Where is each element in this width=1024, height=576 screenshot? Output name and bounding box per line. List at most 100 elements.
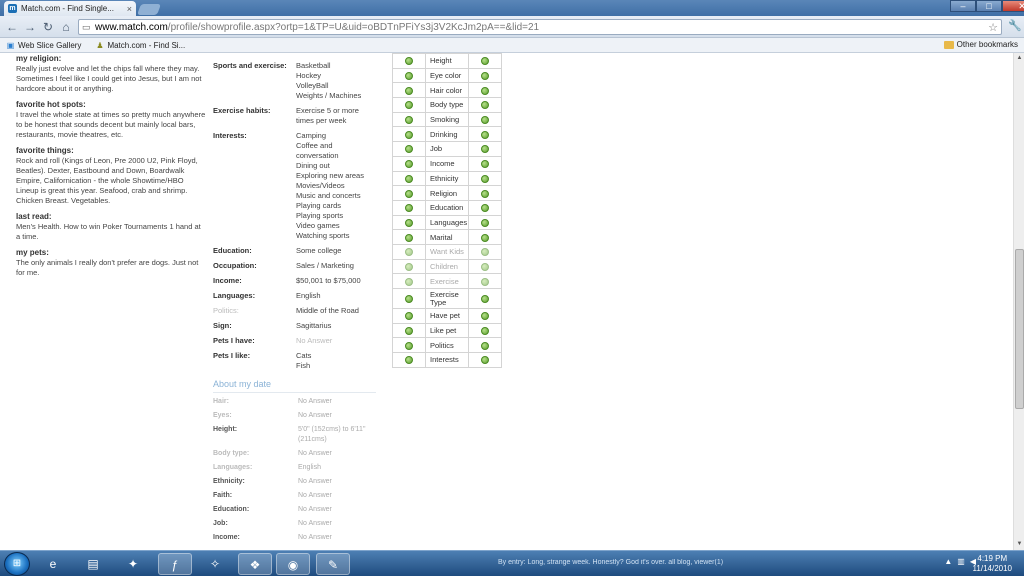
their-answer-cell	[468, 322, 502, 339]
wrench-menu-icon[interactable]: 🔧	[1008, 19, 1022, 32]
start-button[interactable]: ⊞	[4, 552, 30, 576]
date-body-type: Body type: No Answer	[213, 449, 383, 459]
other-bookmarks[interactable]: Other bookmarks	[943, 40, 1018, 49]
my-answer-cell	[392, 141, 426, 157]
their-answer-cell	[468, 229, 502, 245]
close-window-icon[interactable]: ✕	[1002, 0, 1024, 12]
back-arrow-icon[interactable]: ←	[4, 19, 20, 35]
detail-value: Coffee and conversation	[296, 141, 339, 160]
other-bookmarks-label: Other bookmarks	[956, 40, 1018, 49]
detail-value: Weights / Machines	[296, 91, 362, 100]
detail-income: Income: $50,001 to $75,000	[213, 276, 383, 286]
their-answer-cell	[468, 82, 502, 99]
my-answer-cell	[392, 126, 426, 143]
system-tray: ▲ ▥ ◀	[944, 557, 976, 566]
my-answer-cell	[392, 155, 426, 172]
scrollbar-thumb[interactable]	[1015, 249, 1024, 409]
bookmarks-bar: ▣ Web Slice Gallery ♟ Match.com - Find S…	[0, 38, 1024, 53]
address-bar[interactable]: ▭ www.match.com/profile/showprofile.aspx…	[78, 19, 1002, 35]
explorer-folder-icon[interactable]: ▤	[76, 553, 110, 575]
date-label: Body type:	[213, 450, 250, 457]
detail-value: Fish	[296, 361, 311, 370]
my-answer-cell	[392, 67, 426, 84]
scroll-down-arrow-icon[interactable]: ▼	[1015, 540, 1024, 549]
date-job: Job: No Answer	[213, 519, 383, 529]
match-check-icon	[481, 262, 489, 271]
match-check-icon	[405, 130, 413, 139]
their-answer-cell	[468, 337, 502, 354]
tray-arrow-icon[interactable]: ▲	[944, 557, 952, 566]
runner-app-icon[interactable]: ✧	[198, 553, 232, 575]
detail-value: Video games	[296, 221, 340, 230]
my-answer-cell	[392, 199, 426, 216]
my-answer-cell	[392, 288, 426, 309]
essay-heading: my religion:	[16, 54, 62, 63]
my-answer-cell	[392, 185, 426, 201]
match-row: Children	[392, 258, 502, 275]
vertical-scrollbar[interactable]: ▲ ▼	[1013, 53, 1024, 550]
my-answer-cell	[392, 82, 426, 99]
detail-value: Camping	[296, 131, 327, 140]
reload-icon[interactable]: ↻	[40, 19, 56, 35]
app-icon[interactable]: ✦	[116, 553, 150, 575]
network-icon[interactable]: ▥	[957, 557, 965, 566]
essay-religion: my religion: Really just evolve and let …	[16, 54, 206, 94]
chrome-icon[interactable]: ◉	[276, 553, 310, 575]
match-check-icon	[481, 72, 489, 81]
match-row: Languages	[392, 214, 502, 231]
my-answer-cell	[392, 111, 426, 128]
match-check-icon	[405, 327, 413, 336]
match-check-icon	[481, 57, 489, 66]
ie-icon[interactable]: e	[36, 553, 70, 575]
windows-taskbar: ⊞ e ▤ ✦ ƒ ✧ ❖ ◉ ✎ By entry: Long, strang…	[0, 550, 1024, 576]
date-label: Hair:	[213, 398, 229, 405]
minimize-icon[interactable]: –	[950, 0, 976, 12]
match-criterion: Education	[425, 199, 469, 216]
date-label: Eyes:	[213, 412, 232, 419]
detail-value: English	[296, 291, 321, 300]
bookmark-web-slice-gallery[interactable]: ▣ Web Slice Gallery	[6, 40, 82, 50]
match-criterion: Like pet	[425, 322, 469, 339]
match-row: Smoking	[392, 111, 502, 128]
clock-date: 11/14/2010	[972, 564, 1012, 573]
date-ethnicity: Ethnicity: No Answer	[213, 477, 383, 487]
flash-icon[interactable]: ƒ	[158, 553, 192, 575]
their-answer-cell	[468, 111, 502, 128]
detail-pets-have: Pets I have: No Answer	[213, 336, 383, 346]
date-value: No Answer	[298, 398, 332, 405]
taskbar-clock[interactable]: 4:19 PM 11/14/2010	[973, 554, 1012, 574]
match-check-icon	[405, 116, 413, 125]
browser-tab[interactable]: m Match.com - Find Single... ×	[4, 1, 136, 16]
detail-value: Cats	[296, 351, 312, 360]
detail-label: Exercise habits:	[213, 106, 271, 115]
detail-value: Playing cards	[296, 201, 342, 210]
taskbar-ticker: By entry: Long, strange week. Honestly? …	[498, 559, 724, 566]
forward-arrow-icon[interactable]: →	[22, 19, 38, 35]
detail-label: Sports and exercise:	[213, 61, 287, 70]
their-answer-cell	[468, 155, 502, 172]
close-tab-icon[interactable]: ×	[127, 4, 132, 14]
detail-value: Sagittarius	[296, 321, 332, 330]
paint-app-icon[interactable]: ❖	[238, 553, 272, 575]
match-check-icon	[481, 189, 489, 198]
my-answer-cell	[392, 243, 426, 260]
bookmark-star-icon[interactable]: ☆	[988, 21, 998, 34]
home-icon[interactable]: ⌂	[58, 19, 74, 35]
detail-occupation: Occupation: Sales / Marketing	[213, 261, 383, 271]
bookmark-match[interactable]: ♟ Match.com - Find Si...	[95, 41, 185, 50]
match-check-icon	[481, 341, 489, 350]
match-criterion: Body type	[425, 97, 469, 113]
match-criterion: Religion	[425, 185, 469, 201]
detail-label: Languages:	[213, 291, 256, 300]
url-host: www.match.com	[95, 21, 168, 33]
maximize-icon[interactable]: □	[976, 0, 1002, 12]
detail-interests: Interests: Camping Coffee and conversati…	[213, 131, 383, 241]
notepad-app-icon[interactable]: ✎	[316, 553, 350, 575]
date-label: Height:	[213, 426, 238, 433]
match-check-icon	[405, 204, 413, 213]
essay-last-read: last read: Men's Health. How to win Poke…	[16, 212, 206, 242]
bookmark-label: Web Slice Gallery	[18, 40, 82, 50]
scroll-up-arrow-icon[interactable]: ▲	[1015, 54, 1024, 63]
new-tab-button[interactable]	[136, 4, 162, 15]
match-row: Ethnicity	[392, 170, 502, 187]
